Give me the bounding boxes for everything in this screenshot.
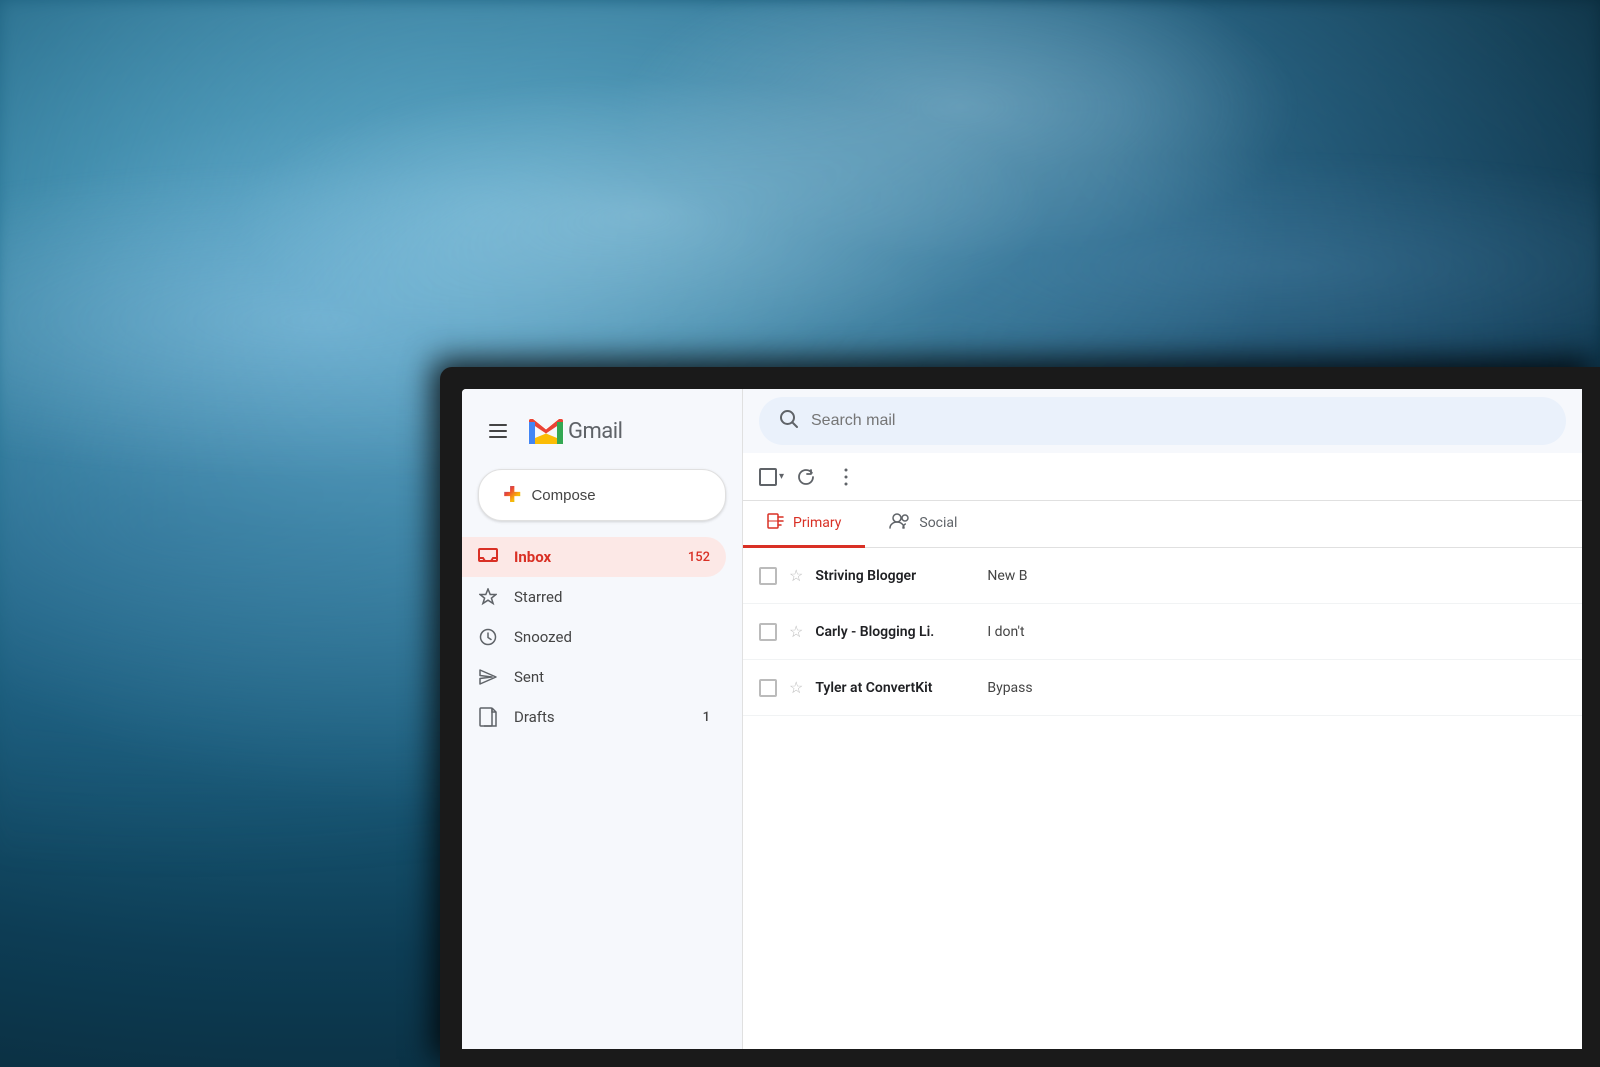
email-checkbox-0[interactable] <box>759 567 777 585</box>
compose-button[interactable]: ✚ Compose <box>478 469 726 521</box>
checkbox-dropdown-arrow[interactable]: ▾ <box>779 471 784 482</box>
gmail-logo: Gmail <box>528 418 622 445</box>
email-star-2[interactable]: ☆ <box>789 678 803 697</box>
email-checkbox-1[interactable] <box>759 623 777 641</box>
hamburger-line-1 <box>489 424 507 426</box>
hamburger-menu-button[interactable] <box>478 411 518 451</box>
sidebar-item-sent[interactable]: Sent <box>462 657 726 697</box>
social-tab-icon <box>889 513 911 533</box>
drafts-icon <box>478 707 498 727</box>
more-options-button[interactable] <box>828 459 864 495</box>
sent-icon <box>478 667 498 687</box>
email-sender-0: Striving Blogger <box>815 568 975 584</box>
toolbar: ▾ <box>743 453 1582 501</box>
gmail-header: Gmail <box>462 397 742 469</box>
select-all-control[interactable]: ▾ <box>759 468 784 486</box>
email-row[interactable]: ☆ Striving Blogger New B <box>743 548 1582 604</box>
sent-label: Sent <box>514 668 710 686</box>
email-row[interactable]: ☆ Tyler at ConvertKit Bypass <box>743 660 1582 716</box>
search-bar-container <box>743 389 1582 453</box>
email-sender-2: Tyler at ConvertKit <box>815 680 975 696</box>
hamburger-line-2 <box>489 430 507 432</box>
laptop-bezel: Gmail ✚ Compose Inbox 152 <box>440 367 1600 1067</box>
email-subject-2: Bypass <box>987 680 1566 696</box>
snoozed-label: Snoozed <box>514 628 710 646</box>
primary-tab-icon <box>767 513 785 533</box>
sidebar-item-snoozed[interactable]: Snoozed <box>462 617 726 657</box>
main-content: ▾ <box>742 389 1582 1049</box>
compose-label: Compose <box>531 487 595 504</box>
drafts-label: Drafts <box>514 708 687 726</box>
inbox-count: 152 <box>688 550 710 565</box>
starred-label: Starred <box>514 588 710 606</box>
select-all-checkbox[interactable] <box>759 468 777 486</box>
email-row[interactable]: ☆ Carly - Blogging Li. I don't <box>743 604 1582 660</box>
drafts-count: 1 <box>703 710 710 725</box>
search-bar[interactable] <box>759 397 1566 445</box>
search-input[interactable] <box>811 412 1546 430</box>
star-icon <box>478 587 498 607</box>
sidebar-item-starred[interactable]: Starred <box>462 577 726 617</box>
refresh-button[interactable] <box>788 459 824 495</box>
snoozed-icon <box>478 627 498 647</box>
inbox-icon <box>478 547 498 567</box>
search-icon <box>779 409 799 434</box>
sidebar-item-drafts[interactable]: Drafts 1 <box>462 697 726 737</box>
email-checkbox-2[interactable] <box>759 679 777 697</box>
email-subject-0: New B <box>987 568 1566 584</box>
social-tab-label: Social <box>919 515 957 531</box>
email-star-1[interactable]: ☆ <box>789 622 803 641</box>
email-list: ☆ Striving Blogger New B ☆ Carly - Blogg… <box>743 548 1582 1049</box>
sidebar-item-inbox[interactable]: Inbox 152 <box>462 537 726 577</box>
tab-primary[interactable]: Primary <box>743 501 865 548</box>
inbox-label: Inbox <box>514 548 672 566</box>
gmail-screen: Gmail ✚ Compose Inbox 152 <box>462 389 1582 1049</box>
gmail-wordmark: Gmail <box>568 419 622 444</box>
email-subject-1: I don't <box>987 624 1566 640</box>
tabs-row: Primary Social <box>743 501 1582 548</box>
sidebar: Gmail ✚ Compose Inbox 152 <box>462 389 742 1049</box>
primary-tab-label: Primary <box>793 515 841 531</box>
hamburger-line-3 <box>489 436 507 438</box>
email-star-0[interactable]: ☆ <box>789 566 803 585</box>
email-sender-1: Carly - Blogging Li. <box>815 624 975 640</box>
gmail-m-icon <box>528 418 564 445</box>
tab-social[interactable]: Social <box>865 501 981 548</box>
compose-plus-icon: ✚ <box>503 484 521 506</box>
